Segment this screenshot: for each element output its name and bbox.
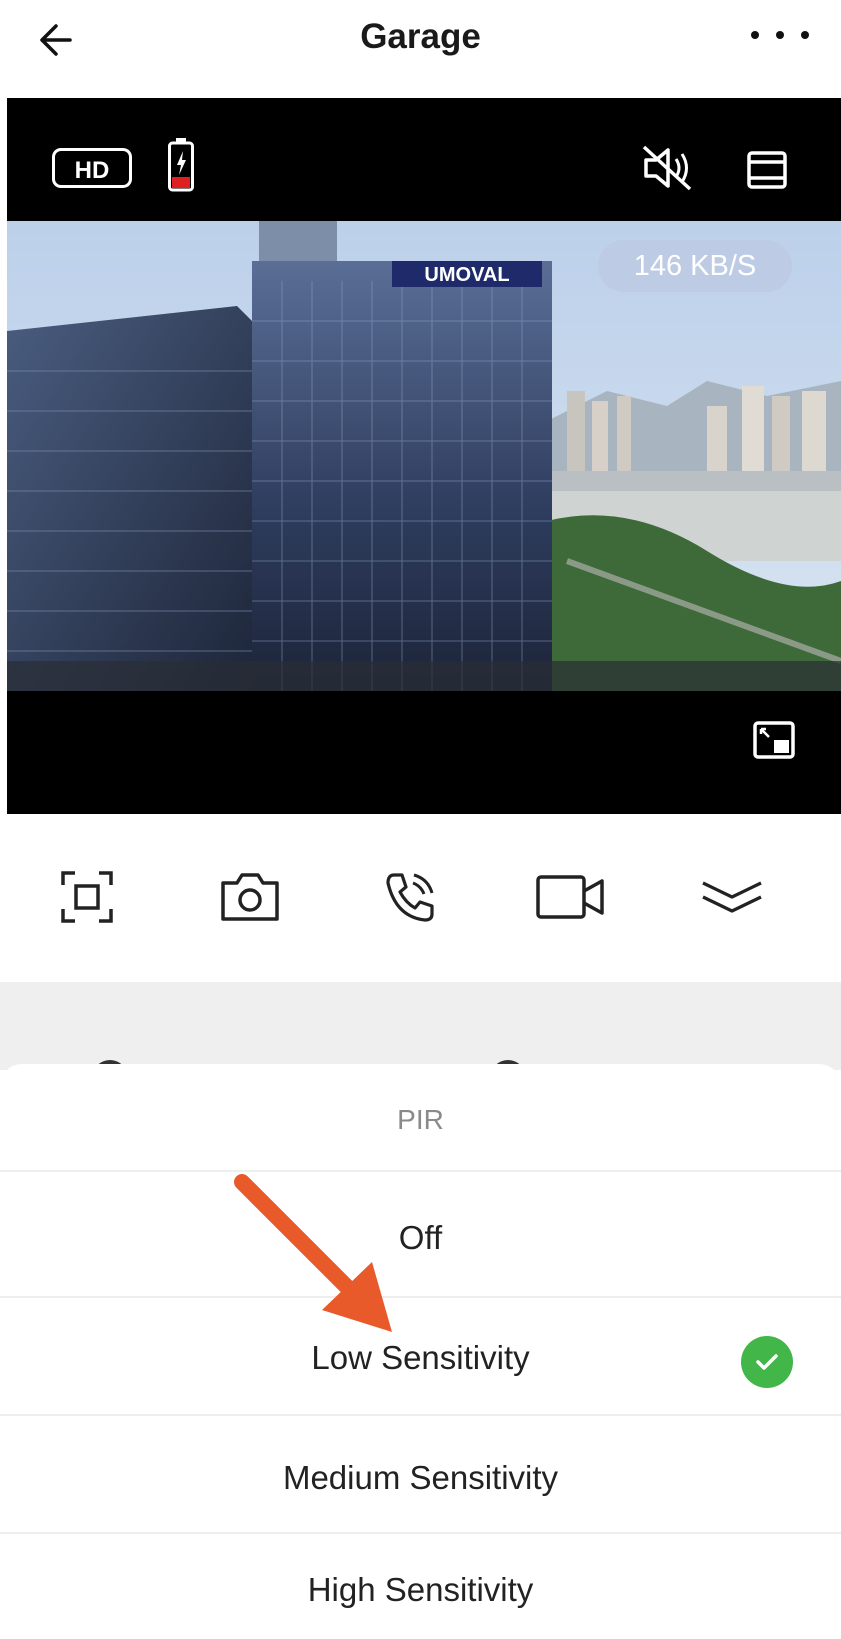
fullscreen-icon bbox=[61, 871, 113, 923]
expand-collapse-button[interactable] bbox=[692, 862, 772, 932]
snapshot-camera-icon bbox=[221, 873, 279, 921]
sheet-title: PIR bbox=[397, 1104, 444, 1135]
picture-in-picture-button[interactable] bbox=[752, 720, 796, 760]
divider bbox=[0, 1532, 841, 1534]
collapse-chevron-icon bbox=[702, 881, 762, 913]
divider bbox=[0, 1296, 841, 1298]
feature-panel-background bbox=[0, 982, 841, 1070]
speaker-muted-icon bbox=[642, 145, 692, 191]
option-low-sensitivity[interactable]: Low Sensitivity bbox=[0, 1318, 841, 1398]
option-high-sensitivity[interactable]: High Sensitivity bbox=[0, 1550, 841, 1630]
fullscreen-button[interactable] bbox=[52, 862, 122, 932]
mute-button[interactable] bbox=[640, 143, 696, 193]
layout-toggle-button[interactable] bbox=[745, 150, 789, 190]
selected-check-icon bbox=[741, 1336, 793, 1388]
more-button[interactable] bbox=[745, 20, 815, 50]
divider bbox=[0, 1170, 841, 1172]
option-medium-sensitivity[interactable]: Medium Sensitivity bbox=[0, 1438, 841, 1518]
call-button[interactable] bbox=[374, 862, 446, 932]
record-video-icon bbox=[536, 875, 604, 919]
split-layout-icon bbox=[747, 151, 787, 189]
ellipsis-icon bbox=[751, 31, 809, 39]
hd-quality-button[interactable]: HD bbox=[52, 148, 132, 188]
annotation-arrow-icon bbox=[234, 1174, 392, 1332]
divider bbox=[0, 1414, 841, 1416]
snapshot-button[interactable] bbox=[210, 862, 290, 932]
page-title: Garage bbox=[360, 17, 481, 56]
bitrate-badge: 146 KB/S bbox=[598, 240, 792, 292]
record-button[interactable] bbox=[530, 862, 610, 932]
call-icon bbox=[386, 873, 434, 922]
battery-icon bbox=[168, 138, 194, 192]
picture-in-picture-icon bbox=[753, 721, 795, 759]
building-sign: UMOVAL bbox=[424, 264, 509, 286]
option-off[interactable]: Off bbox=[0, 1198, 841, 1278]
